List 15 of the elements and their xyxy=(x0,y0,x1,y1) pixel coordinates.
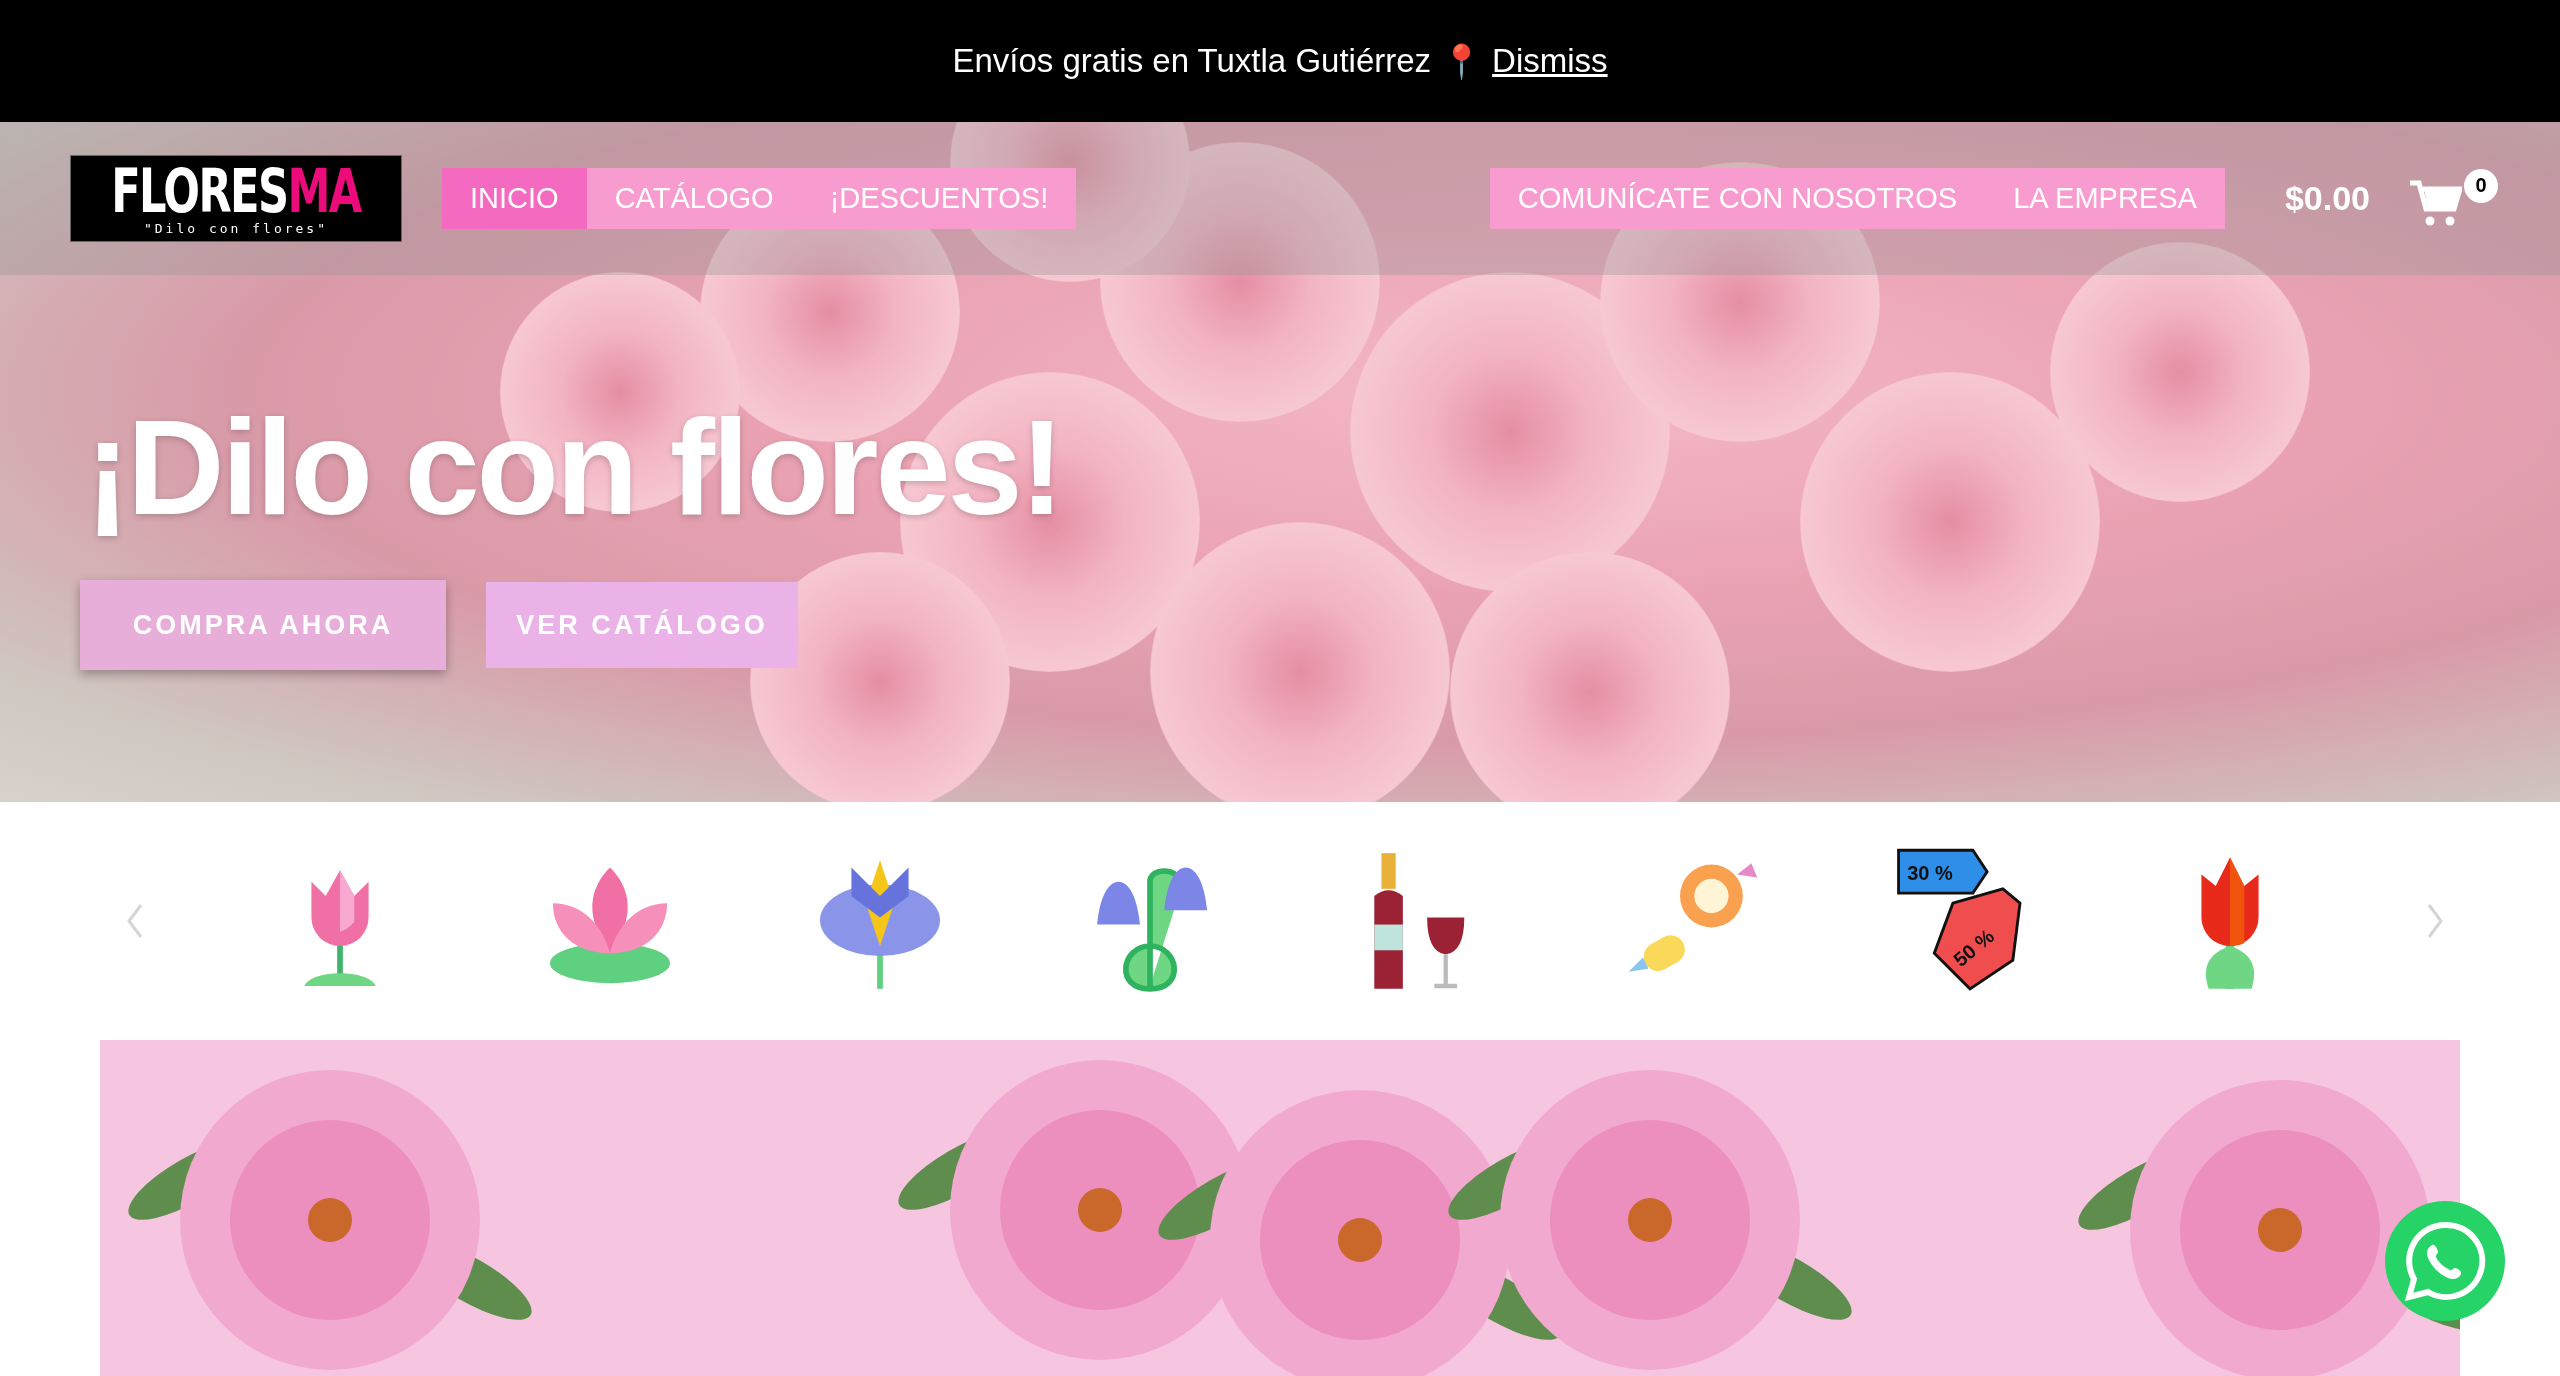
hero-title: ¡Dilo con flores! xyxy=(85,391,1063,545)
cart-icon[interactable] xyxy=(2410,178,2462,227)
cart-total: $0.00 xyxy=(2284,179,2370,218)
nav-link[interactable]: COMUNÍCATE CON NOSOTROS xyxy=(1489,168,1986,229)
nav-link[interactable]: CATÁLOGO xyxy=(586,168,802,229)
pin-icon: 📍 xyxy=(1441,41,1483,81)
catalog-button[interactable]: VER CATÁLOGO xyxy=(486,582,798,668)
nav-link[interactable]: ¡DESCUENTOS! xyxy=(801,168,1077,229)
whatsapp-chat-icon[interactable] xyxy=(2385,1201,2505,1321)
nav-link[interactable]: LA EMPRESA xyxy=(1985,168,2225,229)
buy-now-button[interactable]: COMPRA AHORA xyxy=(80,580,446,670)
announcement-text: Envíos gratis en Tuxtla Gutiérrez xyxy=(952,42,1432,80)
logo[interactable]: FLORESMA "Dilo con flores" xyxy=(70,155,402,242)
dismiss-link[interactable]: Dismiss xyxy=(1492,42,1608,80)
nav-link[interactable]: INICIO xyxy=(442,168,587,229)
